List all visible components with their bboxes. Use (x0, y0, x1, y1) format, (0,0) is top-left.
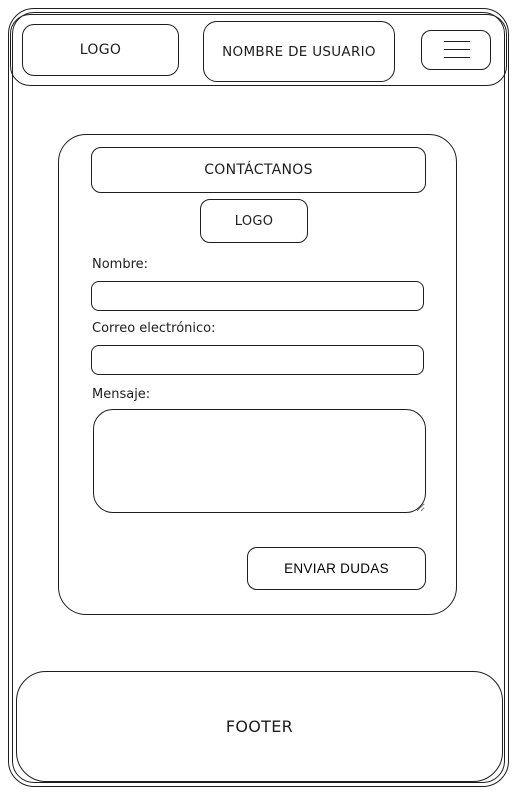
username-button[interactable]: NOMBRE DE USUARIO (203, 21, 395, 82)
menu-line (444, 57, 470, 58)
contact-title: CONTÁCTANOS (91, 147, 426, 193)
message-label: Mensaje: (92, 387, 151, 402)
menu-line (444, 49, 470, 50)
menu-line (444, 41, 470, 42)
menu-button[interactable] (421, 30, 491, 70)
message-textarea[interactable] (93, 409, 426, 513)
name-input[interactable] (91, 281, 424, 311)
submit-button[interactable]: ENVIAR DUDAS (247, 547, 426, 590)
footer: FOOTER (16, 671, 503, 782)
name-label: Nombre: (92, 257, 149, 272)
email-label: Correo electrónico: (92, 321, 216, 336)
header-logo[interactable]: LOGO (22, 24, 179, 76)
email-input[interactable] (91, 345, 424, 375)
contact-logo: LOGO (200, 199, 308, 243)
